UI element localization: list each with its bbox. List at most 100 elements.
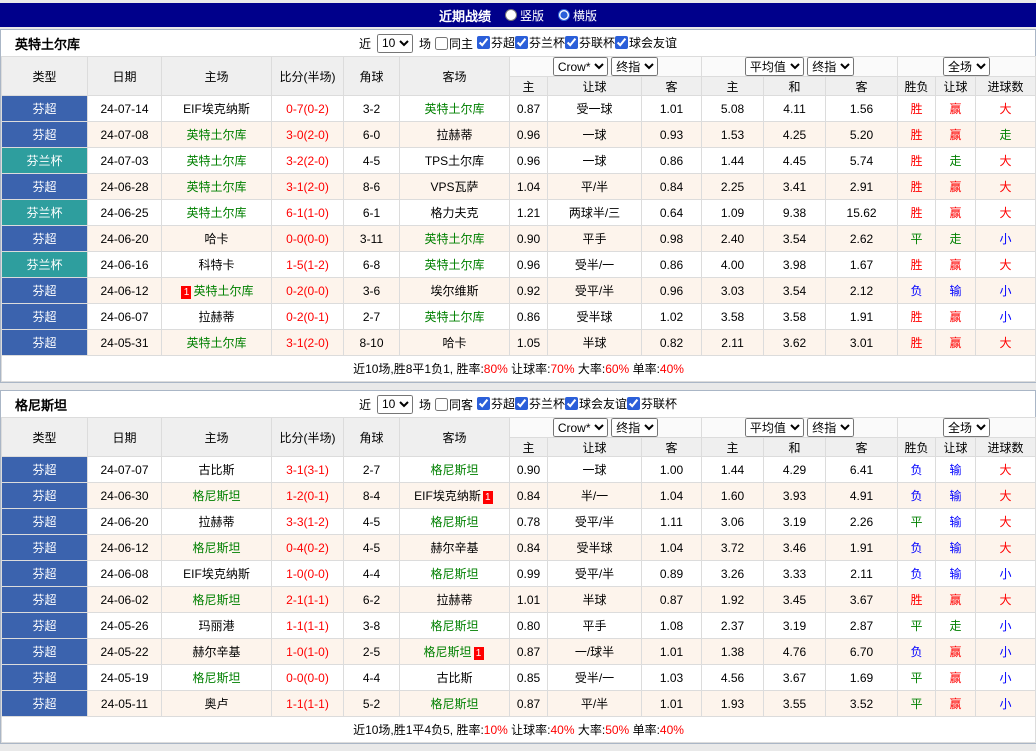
team-link[interactable]: 格尼斯坦	[192, 671, 240, 685]
layout-radio-vertical[interactable]	[504, 9, 517, 21]
team-link[interactable]: 格尼斯坦	[430, 515, 478, 529]
team-link[interactable]: EIF埃克纳斯	[183, 567, 250, 581]
away-team-cell[interactable]: 英特土尔库	[399, 225, 510, 252]
away-team-cell[interactable]: 拉赫蒂	[399, 586, 510, 613]
away-team-cell[interactable]: 格尼斯坦	[399, 690, 510, 717]
team-link[interactable]: 英特土尔库	[424, 232, 484, 246]
team-link[interactable]: 格尼斯坦	[192, 489, 240, 503]
score-cell[interactable]: 3-0(2-0)	[271, 121, 344, 148]
home-team-cell[interactable]: 格尼斯坦	[161, 586, 272, 613]
team-link[interactable]: 英特土尔库	[186, 154, 246, 168]
team-link[interactable]: 格尼斯坦	[423, 645, 471, 659]
score-cell[interactable]: 1-1(1-1)	[271, 690, 344, 717]
team-link[interactable]: 赫尔辛基	[192, 645, 240, 659]
home-team-cell[interactable]: EIF埃克纳斯	[161, 95, 272, 122]
home-team-cell[interactable]: 科特卡	[161, 251, 272, 278]
recent-count-select[interactable]: 10	[376, 394, 413, 414]
same-venue-filter[interactable]: 同客	[434, 396, 473, 413]
away-team-cell[interactable]: 英特土尔库	[399, 303, 510, 330]
home-team-cell[interactable]: 英特土尔库	[161, 199, 272, 226]
scope-select[interactable]: 全场	[943, 57, 991, 76]
team-link[interactable]: 拉赫蒂	[436, 128, 472, 142]
team-link[interactable]: 英特土尔库	[424, 310, 484, 324]
score-cell[interactable]: 1-0(0-0)	[271, 560, 344, 587]
league-filter[interactable]: 芬联杯	[565, 34, 615, 51]
team-link[interactable]: 格力夫克	[430, 206, 478, 220]
home-team-cell[interactable]: 英特土尔库	[161, 147, 272, 174]
league-filter[interactable]: 球会友谊	[615, 34, 677, 51]
league-checkbox[interactable]	[476, 397, 490, 410]
team-link[interactable]: 英特土尔库	[186, 180, 246, 194]
score-cell[interactable]: 0-7(0-2)	[271, 95, 344, 122]
bookmaker-select[interactable]: Crow*	[552, 57, 608, 76]
away-team-cell[interactable]: EIF埃克纳斯 1	[399, 482, 510, 509]
away-team-cell[interactable]: 英特土尔库	[399, 251, 510, 278]
team-link[interactable]: 奥卢	[204, 697, 228, 711]
team-link[interactable]: 埃尔维斯	[430, 284, 478, 298]
home-team-cell[interactable]: EIF埃克纳斯	[161, 560, 272, 587]
team-link[interactable]: 哈卡	[204, 232, 228, 246]
team-link[interactable]: 赫尔辛基	[430, 541, 478, 555]
score-cell[interactable]: 0-0(0-0)	[271, 225, 344, 252]
home-team-cell[interactable]: 格尼斯坦	[161, 664, 272, 691]
league-checkbox[interactable]	[565, 397, 579, 410]
team-link[interactable]: 拉赫蒂	[198, 515, 234, 529]
score-cell[interactable]: 3-3(1-2)	[271, 508, 344, 535]
score-cell[interactable]: 2-1(1-1)	[271, 586, 344, 613]
away-team-cell[interactable]: 埃尔维斯	[399, 277, 510, 304]
away-team-cell[interactable]: 英特土尔库	[399, 95, 510, 122]
league-checkbox[interactable]	[565, 36, 579, 49]
league-filter[interactable]: 芬超	[476, 395, 515, 412]
home-team-cell[interactable]: 奥卢	[161, 690, 272, 717]
same-venue-checkbox[interactable]	[434, 36, 448, 50]
home-team-cell[interactable]: 格尼斯坦	[161, 482, 272, 509]
away-team-cell[interactable]: 格尼斯坦	[399, 508, 510, 535]
score-cell[interactable]: 1-2(0-1)	[271, 482, 344, 509]
away-team-cell[interactable]: VPS瓦萨	[399, 173, 510, 200]
away-team-cell[interactable]: 赫尔辛基	[399, 534, 510, 561]
team-link[interactable]: 格尼斯坦	[430, 697, 478, 711]
league-checkbox[interactable]	[515, 397, 528, 410]
score-cell[interactable]: 1-5(1-2)	[271, 251, 344, 278]
score-cell[interactable]: 0-2(0-1)	[271, 303, 344, 330]
away-team-cell[interactable]: 格尼斯坦	[399, 612, 510, 639]
away-team-cell[interactable]: 拉赫蒂	[399, 121, 510, 148]
team-link[interactable]: 英特土尔库	[186, 336, 246, 350]
team-link[interactable]: 科特卡	[198, 258, 234, 272]
league-checkbox[interactable]	[615, 36, 629, 49]
score-cell[interactable]: 0-2(0-0)	[271, 277, 344, 304]
team-link[interactable]: 英特土尔库	[424, 258, 484, 272]
team-link[interactable]: 格尼斯坦	[192, 541, 240, 555]
avg-stage-select[interactable]: 终指	[807, 418, 855, 437]
league-filter[interactable]: 球会友谊	[565, 395, 627, 412]
away-team-cell[interactable]: 哈卡	[399, 329, 510, 356]
team-link[interactable]: 格尼斯坦	[430, 463, 478, 477]
team-link[interactable]: TPS土尔库	[425, 154, 484, 168]
away-team-cell[interactable]: 格尼斯坦 1	[399, 638, 510, 665]
league-filter[interactable]: 芬联杯	[627, 395, 677, 412]
team-link[interactable]: 格尼斯坦	[430, 619, 478, 633]
home-team-cell[interactable]: 赫尔辛基	[161, 638, 272, 665]
score-cell[interactable]: 1-1(1-1)	[271, 612, 344, 639]
home-team-cell[interactable]: 玛丽港	[161, 612, 272, 639]
score-cell[interactable]: 3-1(3-1)	[271, 456, 344, 483]
score-cell[interactable]: 6-1(1-0)	[271, 199, 344, 226]
league-checkbox[interactable]	[476, 36, 490, 49]
league-filter[interactable]: 芬兰杯	[515, 34, 565, 51]
score-cell[interactable]: 0-0(0-0)	[271, 664, 344, 691]
bookmaker-select[interactable]: Crow*	[552, 418, 608, 437]
team-link[interactable]: EIF埃克纳斯	[183, 102, 250, 116]
team-link[interactable]: 格尼斯坦	[192, 593, 240, 607]
league-filter[interactable]: 芬兰杯	[515, 395, 565, 412]
home-team-cell[interactable]: 英特土尔库	[161, 173, 272, 200]
score-cell[interactable]: 3-2(2-0)	[271, 147, 344, 174]
league-filter[interactable]: 芬超	[476, 34, 515, 51]
home-team-cell[interactable]: 拉赫蒂	[161, 508, 272, 535]
same-venue-checkbox[interactable]	[434, 397, 448, 411]
team-link[interactable]: 英特土尔库	[424, 102, 484, 116]
team-link[interactable]: VPS瓦萨	[430, 180, 478, 194]
recent-count-select[interactable]: 10	[376, 33, 413, 53]
odds-stage-select[interactable]: 终指	[611, 418, 659, 437]
layout-option-vertical[interactable]: 竖版	[504, 7, 544, 24]
score-cell[interactable]: 0-4(0-2)	[271, 534, 344, 561]
